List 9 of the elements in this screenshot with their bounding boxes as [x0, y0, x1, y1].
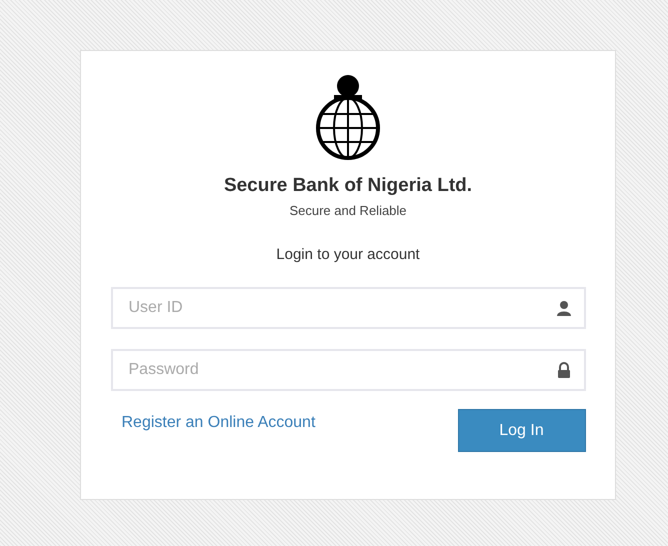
lock-icon [556, 362, 572, 378]
user-id-field[interactable]: User ID [110, 287, 586, 329]
bank-name: Secure Bank of Nigeria Ltd. [224, 175, 472, 197]
password-field[interactable]: Password [110, 349, 586, 391]
register-link[interactable]: Register an Online Account [122, 414, 316, 432]
user-icon [556, 300, 572, 316]
login-button[interactable]: Log In [458, 409, 586, 452]
tagline: Secure and Reliable [289, 203, 407, 218]
login-heading: Login to your account [276, 246, 420, 263]
